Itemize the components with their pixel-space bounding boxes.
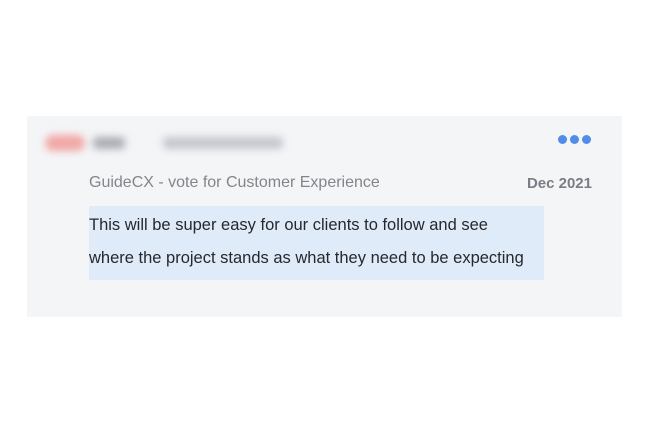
review-date: Dec 2021: [526, 175, 592, 192]
redacted-badge: [45, 135, 85, 151]
review-comment: This will be super easy for our clients …: [89, 206, 544, 280]
more-dot: [558, 135, 567, 144]
redacted-reviewer-info: [45, 132, 283, 154]
redacted-name: [93, 137, 125, 149]
review-card: GuideCX - vote for Customer Experience D…: [27, 116, 622, 317]
more-options-icon[interactable]: [558, 135, 591, 144]
more-dot: [570, 135, 579, 144]
redacted-detail: [163, 137, 283, 149]
review-source: GuideCX - vote for Customer Experience: [89, 174, 380, 191]
more-dot: [582, 135, 591, 144]
